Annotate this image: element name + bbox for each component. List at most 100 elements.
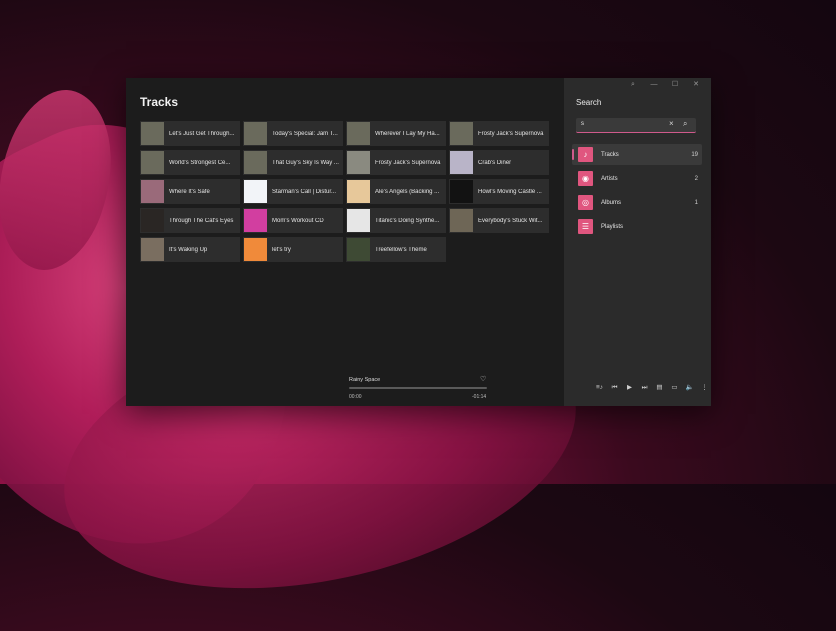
artist-icon: ◉ bbox=[578, 171, 593, 186]
close-icon[interactable]: ✕ bbox=[691, 81, 701, 89]
track-title: Where It's Safe bbox=[169, 188, 210, 195]
album-art-thumbnail bbox=[347, 238, 370, 261]
track-title: Today's Special: Jam T... bbox=[272, 130, 338, 137]
track-title: Mom's Workout CD bbox=[272, 217, 324, 224]
category-artists[interactable]: ◉ Artists 2 bbox=[572, 168, 702, 189]
track-tile[interactable]: Starman's Call | Distur... bbox=[243, 179, 343, 204]
album-art-thumbnail bbox=[244, 180, 267, 203]
album-art-thumbnail bbox=[347, 180, 370, 203]
track-title: Frosty Jack's Supernova bbox=[375, 159, 441, 166]
miniplayer-icon[interactable]: ▭ bbox=[667, 382, 682, 394]
track-tile[interactable]: Howl's Moving Castle ... bbox=[449, 179, 549, 204]
album-art-thumbnail bbox=[347, 151, 370, 174]
track-tile[interactable]: Crab's Diner bbox=[449, 150, 549, 175]
album-art-thumbnail bbox=[141, 180, 164, 203]
category-label: Tracks bbox=[601, 151, 619, 158]
track-title: That Guy's Sky Is Way ... bbox=[272, 159, 339, 166]
next-icon[interactable]: ⏭ bbox=[637, 382, 652, 394]
track-tile[interactable]: World's Strongest Ce... bbox=[140, 150, 240, 175]
search-icon[interactable]: ⌕ bbox=[683, 119, 687, 129]
album-icon: ◎ bbox=[578, 195, 593, 210]
track-tile[interactable]: Ale's Angels (Backing ... bbox=[346, 179, 446, 204]
now-playing-title: Rainy Space bbox=[349, 377, 381, 383]
track-tile[interactable]: Treefellow's Theme bbox=[346, 237, 446, 262]
category-tracks[interactable]: ♪ Tracks 19 bbox=[572, 144, 702, 165]
track-title: Frosty Jack's Supernova bbox=[478, 130, 544, 137]
track-grid: Let's Just Get Through... Today's Special… bbox=[140, 121, 549, 262]
album-art-thumbnail bbox=[244, 151, 267, 174]
album-art-thumbnail bbox=[450, 180, 473, 203]
tracks-pane: Tracks Let's Just Get Through... Today's … bbox=[126, 78, 564, 406]
track-title: Everybody's Stuck Wit... bbox=[478, 217, 543, 224]
playlist-icon: ☰ bbox=[578, 219, 593, 234]
album-art-thumbnail bbox=[244, 238, 267, 261]
album-art-thumbnail bbox=[347, 209, 370, 232]
album-art-thumbnail bbox=[450, 209, 473, 232]
album-art-thumbnail bbox=[141, 151, 164, 174]
clear-icon[interactable]: × bbox=[669, 119, 674, 128]
track-title: It's Waking Up bbox=[169, 246, 208, 253]
track-tile[interactable]: Through The Cat's Eyes bbox=[140, 208, 240, 233]
track-title: Treefellow's Theme bbox=[375, 246, 427, 253]
playback-controls: ≡♪ ⏮ ▶ ⏭ ▤ ▭ 🔈 ⋮ bbox=[592, 382, 711, 394]
album-art-thumbnail bbox=[347, 122, 370, 145]
play-icon[interactable]: ▶ bbox=[622, 382, 637, 394]
category-label: Playlists bbox=[601, 223, 624, 230]
track-tile[interactable]: Titanic's Doing Synthe... bbox=[346, 208, 446, 233]
lyrics-icon[interactable]: ▤ bbox=[652, 382, 667, 394]
album-art-thumbnail bbox=[450, 122, 473, 145]
category-label: Artists bbox=[601, 175, 618, 182]
category-count: 2 bbox=[694, 175, 698, 182]
track-tile[interactable]: Everybody's Stuck Wit... bbox=[449, 208, 549, 233]
track-tile[interactable]: That Guy's Sky Is Way ... bbox=[243, 150, 343, 175]
track-title: let's try bbox=[272, 246, 291, 253]
category-count: 19 bbox=[691, 151, 698, 158]
track-tile[interactable]: let's try bbox=[243, 237, 343, 262]
minimize-icon[interactable]: — bbox=[649, 81, 659, 89]
queue-icon[interactable]: ≡♪ bbox=[592, 382, 607, 394]
track-title: Let's Just Get Through... bbox=[169, 130, 235, 137]
seek-bar[interactable] bbox=[349, 387, 487, 389]
album-art-thumbnail bbox=[141, 122, 164, 145]
track-title: World's Strongest Ce... bbox=[169, 159, 231, 166]
more-icon[interactable]: ⋮ bbox=[697, 382, 711, 394]
track-title: Ale's Angels (Backing ... bbox=[375, 188, 440, 195]
music-app-window: Tracks Let's Just Get Through... Today's … bbox=[126, 78, 711, 406]
music-note-icon: ♪ bbox=[578, 147, 593, 162]
search-heading: Search bbox=[576, 98, 602, 107]
album-art-thumbnail bbox=[244, 122, 267, 145]
selection-indicator bbox=[572, 149, 574, 160]
track-tile[interactable]: Frosty Jack's Supernova bbox=[346, 150, 446, 175]
track-tile[interactable]: Mom's Workout CD bbox=[243, 208, 343, 233]
category-count: 1 bbox=[694, 199, 698, 206]
page-title: Tracks bbox=[140, 95, 179, 109]
search-query: s bbox=[581, 121, 584, 127]
elapsed-time: 00:00 bbox=[349, 394, 362, 400]
track-tile[interactable]: Frosty Jack's Supernova bbox=[449, 121, 549, 146]
album-art-thumbnail bbox=[141, 238, 164, 261]
track-title: Crab's Diner bbox=[478, 159, 512, 166]
category-albums[interactable]: ◎ Albums 1 bbox=[572, 192, 702, 213]
remaining-time: -01:14 bbox=[472, 394, 487, 400]
maximize-icon[interactable]: ☐ bbox=[670, 81, 680, 89]
album-art-thumbnail bbox=[141, 209, 164, 232]
title-search-icon[interactable]: ⌕ bbox=[628, 81, 638, 89]
album-art-thumbnail bbox=[450, 151, 473, 174]
track-tile[interactable]: It's Waking Up bbox=[140, 237, 240, 262]
track-title: Wherever I Lay My Ha... bbox=[375, 130, 440, 137]
category-playlists[interactable]: ☰ Playlists bbox=[572, 216, 702, 237]
track-title: Titanic's Doing Synthe... bbox=[375, 217, 440, 224]
favorite-heart-icon[interactable]: ♡ bbox=[480, 376, 486, 383]
track-tile[interactable]: Today's Special: Jam T... bbox=[243, 121, 343, 146]
track-tile[interactable]: Let's Just Get Through... bbox=[140, 121, 240, 146]
track-tile[interactable]: Where It's Safe bbox=[140, 179, 240, 204]
previous-icon[interactable]: ⏮ bbox=[607, 382, 622, 394]
track-tile[interactable]: Wherever I Lay My Ha... bbox=[346, 121, 446, 146]
volume-icon[interactable]: 🔈 bbox=[682, 382, 697, 394]
title-bar: ⌕ — ☐ ✕ bbox=[564, 78, 711, 92]
search-pane: ⌕ — ☐ ✕ Search s × ⌕ ♪ Tracks 19 ◉ Artists 2 ◎… bbox=[564, 78, 711, 406]
album-art-thumbnail bbox=[244, 209, 267, 232]
track-title: Howl's Moving Castle ... bbox=[478, 188, 542, 195]
track-title: Through The Cat's Eyes bbox=[169, 217, 234, 224]
search-input[interactable]: s × ⌕ bbox=[576, 118, 696, 133]
